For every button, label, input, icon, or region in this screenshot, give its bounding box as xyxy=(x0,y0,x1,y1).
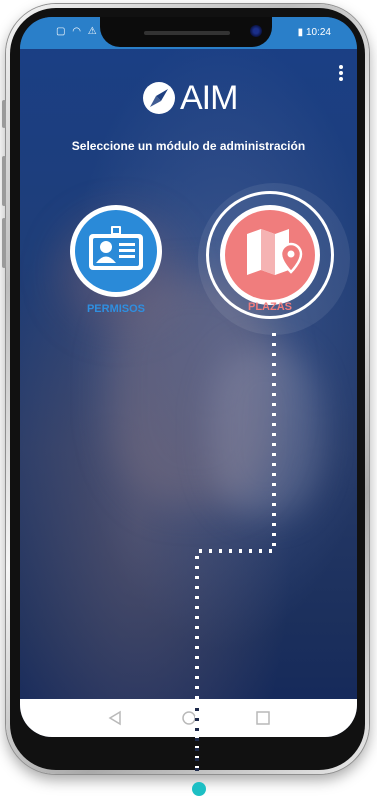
callout-dot xyxy=(192,782,206,796)
callout-dotted-line xyxy=(195,333,276,772)
